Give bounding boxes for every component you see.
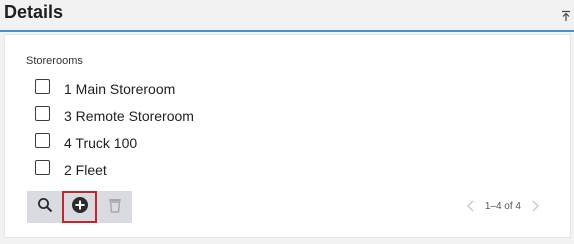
- checkbox[interactable]: [35, 160, 50, 175]
- section-label: Storerooms: [26, 55, 83, 67]
- checkbox[interactable]: [35, 79, 50, 94]
- list-item[interactable]: 4 Truck 100: [35, 129, 194, 156]
- checkbox[interactable]: [35, 106, 50, 121]
- search-icon: [37, 197, 53, 218]
- delete-button[interactable]: [97, 191, 132, 223]
- panel-header: Details: [0, 0, 574, 32]
- item-label: 4 Truck 100: [64, 135, 138, 151]
- chevron-left-icon[interactable]: [466, 199, 476, 213]
- collapse-up-icon[interactable]: [561, 9, 571, 21]
- add-circle-icon: [71, 196, 89, 219]
- list-toolbar: [27, 191, 132, 223]
- checkbox[interactable]: [35, 133, 50, 148]
- panel-body: Storerooms 1 Main Storeroom 3 Remote Sto…: [4, 34, 571, 238]
- pagination: 1–4 of 4: [466, 199, 540, 213]
- item-label: 3 Remote Storeroom: [64, 108, 194, 124]
- add-button[interactable]: [62, 191, 97, 223]
- details-panel: Details Storerooms 1 Main Storeroom 3 Re…: [0, 0, 574, 244]
- storeroom-list: 1 Main Storeroom 3 Remote Storeroom 4 Tr…: [35, 75, 194, 183]
- pager-range: 1–4 of 4: [484, 200, 521, 212]
- search-button[interactable]: [27, 191, 62, 223]
- list-item[interactable]: 3 Remote Storeroom: [35, 102, 194, 129]
- list-item[interactable]: 2 Fleet: [35, 156, 194, 183]
- item-label: 2 Fleet: [64, 162, 107, 178]
- trash-icon: [108, 197, 122, 218]
- chevron-right-icon[interactable]: [530, 199, 540, 213]
- item-label: 1 Main Storeroom: [64, 81, 176, 97]
- panel-title: Details: [4, 2, 64, 22]
- list-item[interactable]: 1 Main Storeroom: [35, 75, 194, 102]
